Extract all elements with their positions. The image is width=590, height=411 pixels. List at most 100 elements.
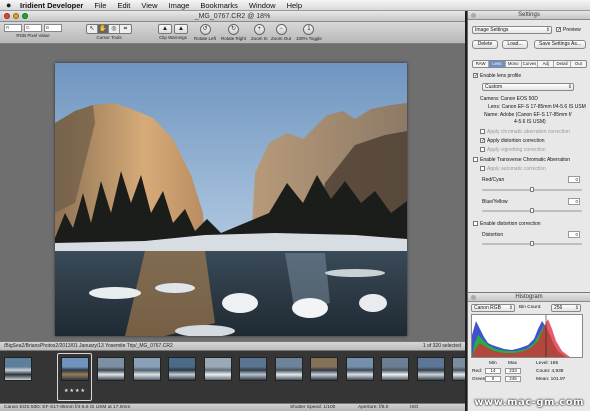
toggle-100[interactable]: 1 100% Toggle <box>296 24 322 41</box>
file-path: /BigSea2/BriansPhotos2/2013/01 January/1… <box>4 343 173 349</box>
rotate-left[interactable]: ↺ Rotate Left <box>194 24 216 41</box>
apply-auto-checkbox <box>480 166 485 172</box>
shadow-clip-warning-button[interactable]: ▲ <box>158 24 172 34</box>
enable-distortion-checkbox[interactable] <box>473 221 478 227</box>
preview-label: Preview <box>563 27 581 33</box>
menu-app[interactable]: Iridient Developer <box>20 1 83 10</box>
save-settings-as-button[interactable]: Save Settings As... <box>534 40 586 49</box>
enable-lens-profile-label: Enable lens profile <box>480 73 522 79</box>
screen: ● Iridient Developer File Edit View Imag… <box>0 0 590 411</box>
zoom-in[interactable]: + Zoom In <box>251 24 268 41</box>
filmstrip[interactable]: ★★★★ <box>0 351 465 403</box>
distortion-value[interactable]: 0 <box>568 231 580 238</box>
filmstrip-thumbnail[interactable] <box>132 357 161 381</box>
enable-lens-profile-checkbox[interactable]: ✓ <box>473 73 478 79</box>
menu-window[interactable]: Window <box>249 1 276 10</box>
enable-distortion-row[interactable]: Enable distortion correction <box>473 221 541 227</box>
apply-vignetting-label: Apply vignetting correction <box>487 147 546 153</box>
filmstrip-thumbnail[interactable] <box>416 357 445 381</box>
filmstrip-thumbnail[interactable] <box>61 357 89 381</box>
distortion-knob[interactable] <box>530 241 534 246</box>
hand-tool-icon[interactable]: ✋ <box>98 25 109 33</box>
filmstrip-thumbnail[interactable] <box>239 357 267 381</box>
rotate-left-icon[interactable]: ↺ <box>199 24 211 35</box>
red-cyan-label: Red/Cyan <box>482 177 505 183</box>
rotate-right-label: Rotate Right <box>221 36 247 41</box>
actual-size-icon[interactable]: 1 <box>303 24 315 35</box>
path-bar: /BigSea2/BriansPhotos2/2013/01 January/1… <box>0 341 465 351</box>
blue-yellow-value[interactable]: 0 <box>568 198 580 205</box>
image-canvas[interactable] <box>0 44 465 341</box>
loupe-tool-icon[interactable]: ◎ <box>109 25 120 33</box>
preview-checkbox[interactable]: ✓ <box>556 27 561 33</box>
tab-curves[interactable]: Curves <box>522 61 539 67</box>
filmstrip-thumbnail[interactable] <box>345 357 374 381</box>
apply-ca-label: Apply chromatic aberration correction <box>487 129 570 135</box>
menu-edit[interactable]: Edit <box>117 1 130 10</box>
close-settings-icon[interactable] <box>471 13 476 18</box>
enable-transverse-checkbox[interactable] <box>473 157 478 163</box>
pointer-tool-icon[interactable]: ↖ <box>87 25 98 33</box>
red-cyan-slider[interactable] <box>482 187 582 192</box>
color-space-select[interactable]: Canon RGB <box>471 304 515 312</box>
filmstrip-thumbnail[interactable] <box>4 357 32 381</box>
menu-image[interactable]: Image <box>169 1 190 10</box>
rotate-right[interactable]: ↻ Rotate Right <box>221 24 246 41</box>
rating-stars[interactable]: ★★★★ <box>62 388 88 394</box>
zoom-out[interactable]: − Zoom Out <box>271 24 291 41</box>
tab-detail[interactable]: Detail <box>554 61 571 67</box>
blue-yellow-slider[interactable] <box>482 208 582 213</box>
blue-yellow-knob[interactable] <box>530 208 534 213</box>
photo-preview[interactable] <box>55 63 407 336</box>
histogram-plot[interactable] <box>471 314 583 358</box>
apply-distortion-checkbox[interactable]: ✓ <box>480 138 485 144</box>
blue-yellow-label: Blue/Yellow <box>482 199 508 205</box>
apple-menu-icon[interactable]: ● <box>6 0 20 10</box>
distortion-label: Distortion <box>482 232 504 238</box>
red-min: 14 <box>485 368 501 374</box>
green-max: 245 <box>505 376 521 382</box>
apply-ca-row: Apply chromatic aberration correction <box>480 129 570 135</box>
menu-file[interactable]: File <box>94 1 106 10</box>
menu-view[interactable]: View <box>141 1 157 10</box>
menu-bookmarks[interactable]: Bookmarks <box>200 1 238 10</box>
load-button[interactable]: Load... <box>502 40 528 49</box>
delete-button[interactable]: Delete <box>472 40 498 49</box>
apply-distortion-row[interactable]: ✓ Apply distortion correction <box>480 138 545 144</box>
close-histogram-icon[interactable] <box>471 295 476 300</box>
zoom-out-icon[interactable]: − <box>275 24 287 35</box>
filmstrip-thumbnail[interactable] <box>168 357 196 381</box>
histogram-panel: Histogram Canon RGB Bin Count: 256 Min M… <box>467 292 590 411</box>
rgb-b-field: B <box>44 24 62 32</box>
tab-adj[interactable]: Adj <box>538 61 555 67</box>
max-header: Max <box>508 361 518 366</box>
tab-lens[interactable]: Lens <box>489 61 506 67</box>
distortion-slider[interactable] <box>482 241 582 246</box>
preview-checkbox-row[interactable]: ✓ Preview <box>556 27 581 33</box>
tab-raw[interactable]: RAW <box>473 61 490 67</box>
filmstrip-thumbnail[interactable] <box>310 357 338 381</box>
filmstrip-thumbnail[interactable] <box>97 357 125 381</box>
tab-mono[interactable]: Mono <box>506 61 522 67</box>
apply-vignetting-row: Apply vignetting correction <box>480 147 546 153</box>
tab-out[interactable]: Out <box>571 61 586 67</box>
enable-transverse-row[interactable]: Enable Transverse Chromatic Aberration <box>473 157 570 163</box>
rgb-pixel-value: R G B RGB Pixel Value <box>4 24 62 38</box>
red-cyan-value[interactable]: 0 <box>568 176 580 183</box>
filmstrip-thumbnail[interactable] <box>452 357 465 381</box>
enable-lens-profile-row[interactable]: ✓ Enable lens profile <box>473 73 521 79</box>
red-cyan-knob[interactable] <box>530 187 534 192</box>
lens-profile-select[interactable]: Custom <box>482 83 574 91</box>
crop-tool-icon[interactable]: ⌗ <box>120 25 131 33</box>
filmstrip-thumbnail[interactable] <box>381 357 409 381</box>
highlight-clip-warning-button[interactable]: ▲ <box>174 24 188 34</box>
menu-help[interactable]: Help <box>287 1 302 10</box>
zoom-in-icon[interactable]: + <box>253 24 265 35</box>
filmstrip-thumbnail[interactable] <box>274 357 303 381</box>
bin-count-select[interactable]: 256 <box>551 304 581 312</box>
filmstrip-thumbnail[interactable] <box>203 357 232 381</box>
apply-auto-row: Apply automatic correction <box>480 166 546 172</box>
rotate-right-icon[interactable]: ↻ <box>228 24 239 35</box>
settings-preset-select[interactable]: Image Settings <box>472 26 552 34</box>
cursor-tools-label: Cursor Tools <box>96 35 122 40</box>
